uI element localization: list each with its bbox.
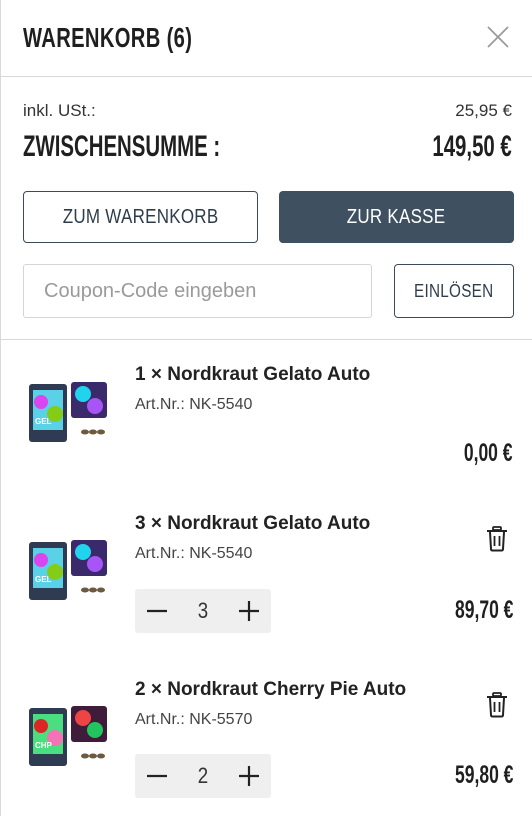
cart-drawer: WARENKORB (6) inkl. USt.: 25,95 € ZWISCH… xyxy=(0,0,532,816)
section-divider xyxy=(1,339,532,340)
item-name[interactable]: 2 × Nordkraut Cherry Pie Auto xyxy=(135,679,406,701)
item-price: 0,00 € xyxy=(464,439,513,467)
view-cart-button[interactable]: ZUM WARENKORB xyxy=(23,191,258,243)
close-button[interactable] xyxy=(483,22,513,52)
item-sku: Art.Nr.: NK-5540 xyxy=(135,396,253,413)
redeem-coupon-button[interactable]: EINLÖSEN xyxy=(394,264,514,318)
svg-text:GEL: GEL xyxy=(35,417,52,426)
quantity-stepper: 3 xyxy=(135,589,271,633)
quantity-stepper: 2 xyxy=(135,754,271,798)
checkout-button[interactable]: ZUR KASSE xyxy=(279,191,514,243)
subtotal-label: ZWISCHENSUMME : xyxy=(23,130,221,163)
svg-text:CHP: CHP xyxy=(35,741,53,750)
plus-icon xyxy=(239,766,259,786)
trash-icon xyxy=(487,526,507,552)
tax-value: 25,95 € xyxy=(455,101,512,120)
view-cart-label: ZUM WARENKORB xyxy=(62,205,219,228)
minus-icon xyxy=(147,774,167,778)
item-sku: Art.Nr.: NK-5540 xyxy=(135,545,253,562)
minus-icon xyxy=(147,609,167,613)
increase-quantity-button[interactable] xyxy=(227,754,271,798)
remove-item-button[interactable] xyxy=(485,526,509,552)
tax-label: inkl. USt.: xyxy=(23,101,96,120)
decrease-quantity-button[interactable] xyxy=(135,589,179,633)
remove-item-button[interactable] xyxy=(485,692,509,718)
checkout-label: ZUR KASSE xyxy=(347,205,446,228)
item-name[interactable]: 1 × Nordkraut Gelato Auto xyxy=(135,364,370,386)
quantity-value[interactable]: 2 xyxy=(183,754,224,798)
item-sku: Art.Nr.: NK-5570 xyxy=(135,711,253,728)
cart-title: WARENKORB (6) xyxy=(23,22,193,53)
increase-quantity-button[interactable] xyxy=(227,589,271,633)
svg-text:GEL: GEL xyxy=(35,575,52,584)
product-thumbnail: GEL xyxy=(29,540,107,600)
coupon-input[interactable] xyxy=(23,264,372,318)
item-name[interactable]: 3 × Nordkraut Gelato Auto xyxy=(135,513,370,535)
product-thumbnail: CHP xyxy=(29,706,107,766)
item-price: 89,70 € xyxy=(454,596,513,624)
close-icon xyxy=(487,26,509,48)
redeem-coupon-label: EINLÖSEN xyxy=(414,280,494,301)
product-thumbnail: GEL xyxy=(29,382,107,442)
cart-header: WARENKORB (6) xyxy=(1,0,532,77)
decrease-quantity-button[interactable] xyxy=(135,754,179,798)
trash-icon xyxy=(487,692,507,718)
item-price: 59,80 € xyxy=(454,761,513,789)
quantity-value[interactable]: 3 xyxy=(183,589,224,633)
subtotal-value: 149,50 € xyxy=(432,130,512,163)
plus-icon xyxy=(239,601,259,621)
